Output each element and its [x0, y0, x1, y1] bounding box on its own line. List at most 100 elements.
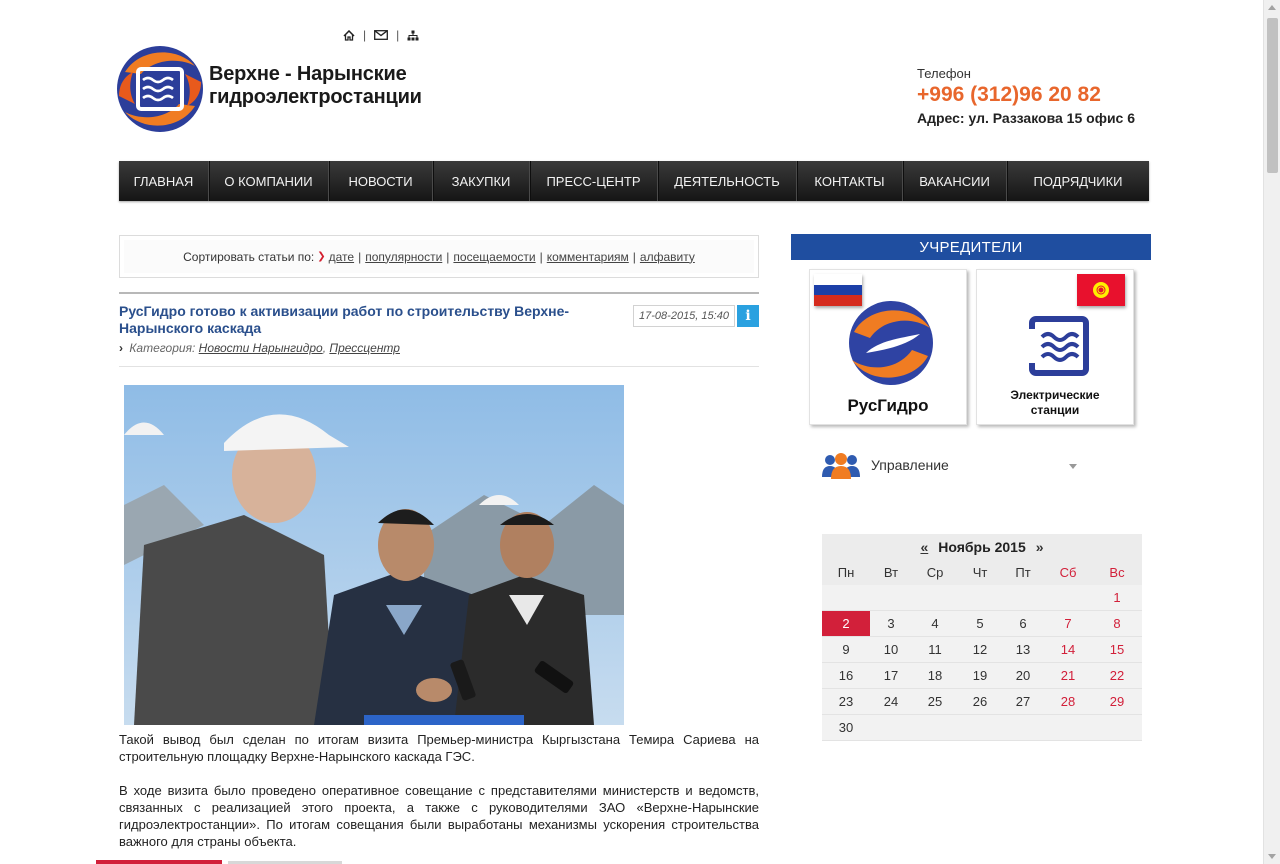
nav-item-contacts[interactable]: КОНТАКТЫ [797, 161, 903, 201]
calendar-day[interactable]: 23 [822, 689, 870, 715]
calendar-day[interactable]: 27 [1002, 689, 1044, 715]
site-logo[interactable]: Верхне - Нарынские гидроэлектростанции [115, 44, 435, 136]
calendar-empty-cell [1044, 715, 1092, 741]
address: Адрес: ул. Раззакова 15 офис 6 [917, 110, 1136, 126]
article-date: 17-08-2015, 15:40 [633, 305, 735, 327]
article-paragraph: В ходе визита было проведено оперативное… [119, 783, 759, 849]
calendar-empty-cell [958, 715, 1002, 741]
sort-label: Сортировать статьи по: [183, 249, 315, 264]
calendar-day[interactable]: 18 [912, 663, 958, 689]
calendar-day[interactable]: 7 [1044, 611, 1092, 637]
utility-icons: | | [343, 28, 419, 42]
calendar-day[interactable]: 11 [912, 637, 958, 663]
calendar-weekday: Чт [958, 560, 1002, 585]
calendar-day[interactable]: 3 [870, 611, 912, 637]
calendar-empty-cell [958, 585, 1002, 611]
nav-item-home[interactable]: ГЛАВНАЯ [119, 161, 209, 201]
separator: | [446, 249, 450, 264]
scroll-up-arrow[interactable] [1268, 5, 1276, 10]
vertical-scrollbar[interactable] [1263, 0, 1280, 864]
mail-icon[interactable] [374, 30, 389, 40]
article-title[interactable]: РусГидро готово к активизации работ по с… [119, 303, 609, 337]
separator: | [632, 249, 636, 264]
management-menu[interactable]: Управление [821, 449, 1081, 481]
calendar-day[interactable]: 5 [958, 611, 1002, 637]
nav-item-press-center[interactable]: ПРЕСС-ЦЕНТР [530, 161, 658, 201]
article-paragraph: Такой вывод был сделан по итогам визита … [119, 732, 759, 764]
founders-title: УЧРЕДИТЕЛИ [791, 234, 1151, 260]
founder-electric-stations-card[interactable]: Электрические станции [976, 269, 1134, 425]
logo-line-1: Верхне - Нарынские [209, 63, 407, 85]
nav-item-news[interactable]: НОВОСТИ [329, 161, 433, 201]
calendar-day[interactable]: 8 [1092, 611, 1142, 637]
info-button[interactable]: i [737, 305, 759, 327]
calendar-day[interactable]: 24 [870, 689, 912, 715]
calendar-day[interactable]: 9 [822, 637, 870, 663]
main-navigation: ГЛАВНАЯ О КОМПАНИИ НОВОСТИ ЗАКУПКИ ПРЕСС… [119, 161, 1149, 201]
founder-electric-stations-label: Электрические станции [977, 388, 1133, 418]
calendar-empty-cell [1002, 585, 1044, 611]
founder-label-line-1: Электрические [1010, 388, 1100, 402]
nav-item-purchases[interactable]: ЗАКУПКИ [433, 161, 530, 201]
calendar-day[interactable]: 17 [870, 663, 912, 689]
contacts-block: Телефон +996 (312)96 20 82 Адрес: ул. Ра… [917, 66, 1135, 126]
calendar-day[interactable]: 19 [958, 663, 1002, 689]
calendar-day[interactable]: 15 [1092, 637, 1142, 663]
logo-line-2: гидроэлектростанции [209, 86, 422, 108]
calendar-day[interactable]: 30 [822, 715, 870, 741]
calendar-day[interactable]: 29 [1092, 689, 1142, 715]
calendar-day[interactable]: 6 [1002, 611, 1044, 637]
kyrgyzstan-flag-icon [1077, 274, 1125, 306]
founder-rushydro-card[interactable]: РусГидро [809, 269, 967, 425]
sort-by-alphabet-link[interactable]: алфавиту [640, 250, 695, 264]
calendar-day[interactable]: 10 [870, 637, 912, 663]
home-icon[interactable] [343, 29, 355, 41]
separator: | [396, 28, 400, 42]
sort-by-popularity-link[interactable]: популярности [365, 250, 442, 264]
calendar-day[interactable]: 22 [1092, 663, 1142, 689]
calendar-day[interactable]: 28 [1044, 689, 1092, 715]
nav-item-activity[interactable]: ДЕЯТЕЛЬНОСТЬ [658, 161, 797, 201]
management-label: Управление [871, 457, 949, 473]
category-link[interactable]: Новости Нарынгидро [199, 341, 323, 355]
calendar-day[interactable]: 20 [1002, 663, 1044, 689]
calendar-day[interactable]: 21 [1044, 663, 1092, 689]
calendar-weekday: Вт [870, 560, 912, 585]
calendar-empty-cell [912, 715, 958, 741]
calendar-header: « Ноябрь 2015 » [822, 534, 1142, 560]
calendar-day[interactable]: 13 [1002, 637, 1044, 663]
calendar-day[interactable]: 14 [1044, 637, 1092, 663]
sort-by-views-link[interactable]: посещаемости [453, 250, 535, 264]
category-link[interactable]: Прессцентр [329, 341, 400, 355]
bottom-tab-active[interactable] [96, 860, 222, 864]
calendar-weekday: Пт [1002, 560, 1044, 585]
logo-mark-icon [117, 46, 203, 132]
calendar-weekday: Вс [1092, 560, 1142, 585]
calendar-next-month[interactable]: » [1036, 539, 1044, 555]
scroll-down-arrow[interactable] [1268, 854, 1276, 859]
calendar-prev-month[interactable]: « [920, 539, 928, 555]
calendar-empty-cell [1092, 715, 1142, 741]
article-separator [119, 366, 759, 367]
chevron-down-icon: ❯ [317, 251, 326, 262]
caret-down-icon[interactable] [1069, 464, 1077, 469]
calendar-day[interactable]: 25 [912, 689, 958, 715]
scroll-thumb[interactable] [1267, 18, 1278, 173]
calendar-day[interactable]: 26 [958, 689, 1002, 715]
users-group-icon [822, 453, 860, 479]
calendar-day[interactable]: 16 [822, 663, 870, 689]
calendar-day[interactable]: 1 [1092, 585, 1142, 611]
nav-item-contractors[interactable]: ПОДРЯДЧИКИ [1007, 161, 1149, 201]
calendar-day[interactable]: 4 [912, 611, 958, 637]
nav-item-about[interactable]: О КОМПАНИИ [209, 161, 329, 201]
sitemap-icon[interactable] [407, 30, 419, 41]
calendar-day[interactable]: 12 [958, 637, 1002, 663]
phone-label: Телефон [917, 66, 971, 81]
nav-item-vacancies[interactable]: ВАКАНСИИ [903, 161, 1007, 201]
separator: | [363, 28, 367, 42]
sort-by-comments-link[interactable]: комментариям [547, 250, 629, 264]
calendar-empty-cell [870, 715, 912, 741]
sort-by-date-link[interactable]: дате [329, 250, 354, 264]
calendar-day[interactable]: 2 [822, 611, 870, 637]
calendar-month-title: Ноябрь 2015 [938, 539, 1026, 555]
